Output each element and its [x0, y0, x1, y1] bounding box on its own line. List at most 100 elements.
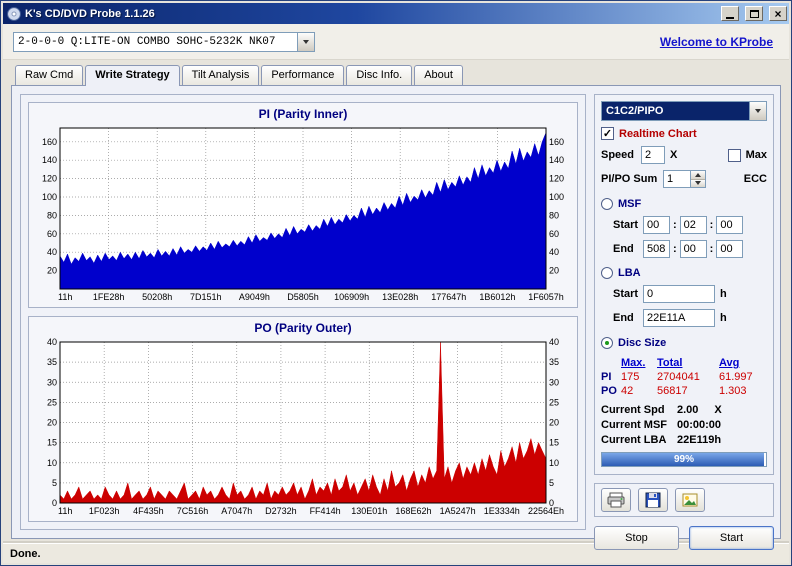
msf-radio[interactable]	[601, 198, 613, 210]
pi-chart-canvas: 20 20 40 40 60 60 80 80 100 100 120 120 140 140 160 160…	[42, 127, 564, 302]
export-image-button[interactable]	[675, 488, 705, 512]
settings-box: C1C2/PIPO Realtime Chart Speed X Max PI/…	[594, 94, 774, 475]
pi-chart-box: PI (Parity Inner) 20 20 40 40 60 60 80 80 100 100…	[28, 102, 578, 308]
svg-text:50208h: 50208h	[142, 292, 172, 302]
start-button[interactable]: Start	[689, 526, 774, 550]
svg-text:60: 60	[549, 229, 559, 239]
msf-separator: :	[673, 243, 677, 255]
svg-text:22564Eh: 22564Eh	[528, 506, 564, 516]
speed-input[interactable]	[641, 146, 665, 164]
pipo-sum-input[interactable]	[663, 170, 691, 188]
tab-about[interactable]: About	[414, 65, 463, 85]
arrow-down-icon	[695, 181, 701, 186]
svg-text:0: 0	[52, 498, 57, 508]
stop-button[interactable]: Stop	[594, 526, 679, 550]
mode-combo[interactable]: C1C2/PIPO	[601, 101, 767, 121]
stepper-up-button[interactable]	[691, 171, 705, 180]
tab-disc-info[interactable]: Disc Info.	[346, 65, 413, 85]
msf-end-sec-input[interactable]	[679, 240, 707, 258]
pi-chart-title: PI (Parity Inner)	[258, 107, 348, 121]
msf-separator: :	[673, 219, 677, 231]
svg-text:30: 30	[549, 377, 559, 387]
svg-text:168E62h: 168E62h	[395, 506, 431, 516]
speed-times-label: X	[670, 149, 678, 161]
maximize-icon	[749, 9, 759, 18]
drive-combo-dropdown-button[interactable]	[297, 32, 314, 51]
svg-text:177647h: 177647h	[431, 292, 466, 302]
lba-end-input[interactable]	[643, 309, 715, 327]
stats-pi-max: 175	[621, 371, 640, 383]
lba-start-input[interactable]	[643, 285, 715, 303]
msf-end-frame-input[interactable]	[716, 240, 744, 258]
minimize-button[interactable]	[721, 6, 739, 21]
lba-end-label: End	[613, 312, 634, 324]
msf-start-sec-input[interactable]	[679, 216, 707, 234]
save-button[interactable]	[638, 488, 668, 512]
svg-text:11h: 11h	[58, 506, 72, 516]
tab-write-strategy[interactable]: Write Strategy	[85, 65, 180, 86]
svg-text:160: 160	[42, 137, 57, 147]
msf-start-min-input[interactable]	[643, 216, 670, 234]
mode-combo-value: C1C2/PIPO	[602, 102, 749, 120]
svg-text:120: 120	[42, 174, 57, 184]
svg-text:40: 40	[549, 247, 559, 257]
tool-button-box	[594, 483, 774, 517]
svg-text:5: 5	[549, 478, 554, 488]
welcome-link[interactable]: Welcome to KProbe	[660, 35, 779, 49]
svg-text:1E3334h: 1E3334h	[484, 506, 520, 516]
realtime-checkbox[interactable]	[601, 127, 614, 140]
svg-text:20: 20	[549, 266, 559, 276]
svg-text:1F6057h: 1F6057h	[528, 292, 564, 302]
current-msf-row: Current MSF 00:00:00	[601, 419, 767, 431]
msf-start-row: Start : :	[613, 216, 767, 234]
max-speed-checkbox[interactable]	[727, 148, 741, 162]
svg-text:1B6012h: 1B6012h	[479, 292, 515, 302]
current-speed-unit: X	[714, 404, 722, 416]
tab-performance[interactable]: Performance	[261, 65, 345, 85]
svg-text:40: 40	[47, 247, 57, 257]
disc-size-label: Disc Size	[618, 337, 667, 349]
disc-size-radio[interactable]	[601, 337, 613, 349]
pipo-sum-row: PI/PO Sum ECC	[601, 170, 767, 188]
print-button[interactable]	[601, 488, 631, 512]
tab-tilt-analysis[interactable]: Tilt Analysis	[181, 65, 260, 85]
svg-text:10: 10	[47, 458, 57, 468]
svg-text:20: 20	[47, 418, 57, 428]
svg-text:13E028h: 13E028h	[382, 292, 418, 302]
window-title: K's CD/DVD Probe 1.1.26	[25, 7, 155, 20]
mode-combo-dropdown-button[interactable]	[749, 102, 766, 120]
svg-text:FF414h: FF414h	[310, 506, 341, 516]
svg-text:D2732h: D2732h	[265, 506, 297, 516]
svg-text:140: 140	[549, 155, 564, 165]
svg-text:130E01h: 130E01h	[351, 506, 387, 516]
drive-combo[interactable]: 2-0-0-0 Q:LITE-ON COMBO SOHC-5232K NK07	[13, 31, 315, 52]
stepper-down-button[interactable]	[691, 179, 705, 187]
lba-radio[interactable]	[601, 267, 613, 279]
svg-text:11h: 11h	[58, 292, 72, 302]
stats-po-max: 42	[621, 385, 634, 397]
svg-text:20: 20	[47, 266, 57, 276]
progress-label: 99%	[673, 454, 694, 465]
svg-text:30: 30	[47, 377, 57, 387]
charts-panel: PI (Parity Inner) 20 20 40 40 60 60 80 80 100 100…	[20, 94, 586, 530]
close-button[interactable]: ×	[769, 6, 787, 21]
maximize-button[interactable]	[745, 6, 763, 21]
svg-text:20: 20	[549, 418, 559, 428]
lba-radio-row: LBA	[601, 267, 767, 279]
current-msf-value: 00:00:00	[677, 419, 722, 431]
current-lba-label: Current LBA	[601, 434, 667, 446]
tab-strip: Raw Cmd Write Strategy Tilt Analysis Per…	[3, 60, 789, 86]
current-speed-label: Current Spd	[601, 404, 665, 416]
tab-raw-cmd[interactable]: Raw Cmd	[15, 65, 84, 85]
msf-radio-row: MSF	[601, 198, 767, 210]
msf-separator: :	[709, 243, 714, 255]
svg-text:A9049h: A9049h	[239, 292, 270, 302]
msf-end-min-input[interactable]	[643, 240, 670, 258]
control-panel: C1C2/PIPO Realtime Chart Speed X Max PI/…	[594, 94, 774, 550]
msf-start-label: Start	[613, 219, 639, 231]
stats-header-total: Total	[657, 357, 683, 369]
svg-text:140: 140	[42, 155, 57, 165]
svg-text:40: 40	[549, 337, 559, 347]
msf-start-frame-input[interactable]	[716, 216, 744, 234]
arrow-up-icon	[695, 172, 701, 177]
